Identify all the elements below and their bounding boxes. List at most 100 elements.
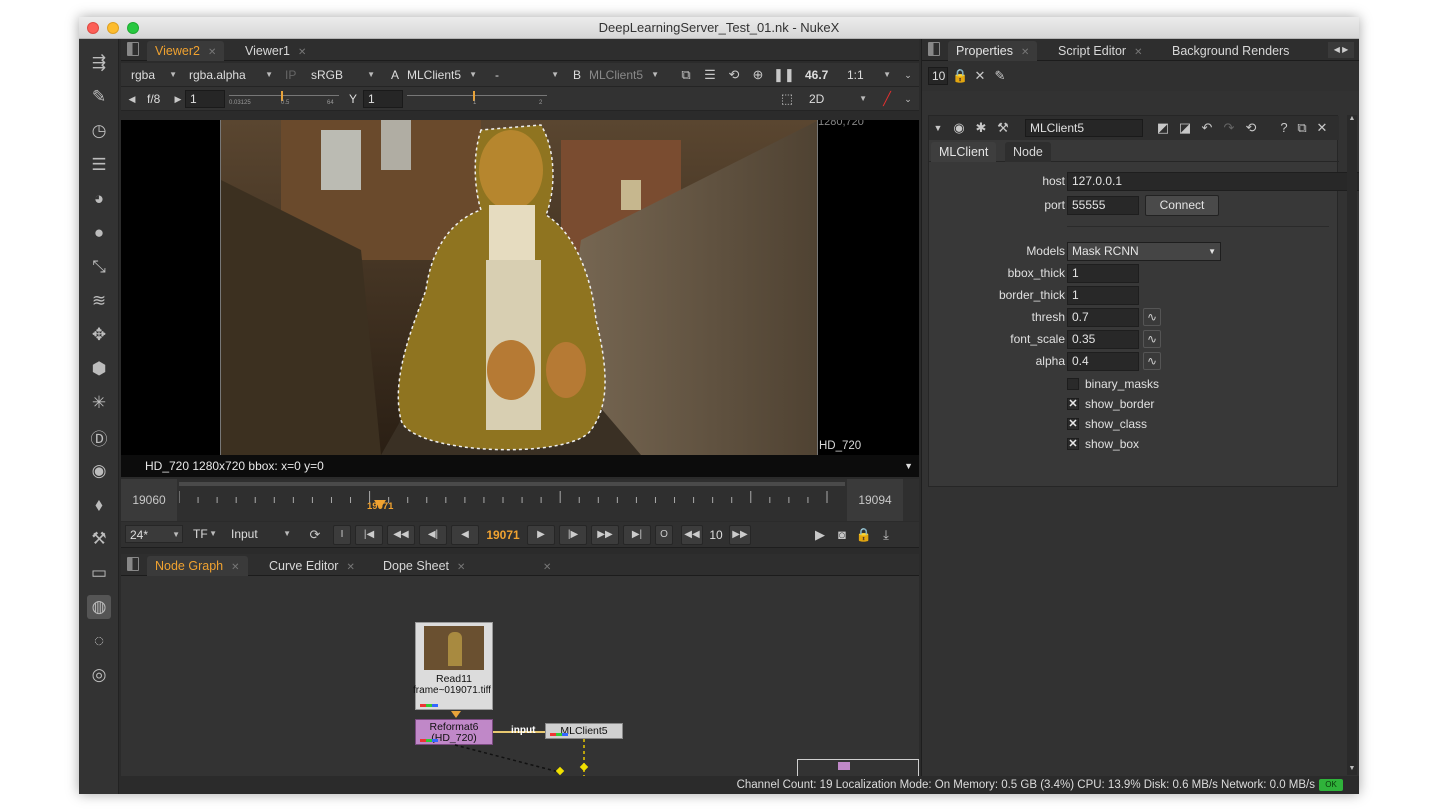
- close-tab-icon[interactable]: ✕: [231, 562, 239, 573]
- channels-dropdown[interactable]: rgba ▼: [127, 66, 179, 84]
- render-icon[interactable]: ⤓: [877, 526, 895, 544]
- tab-viewer2[interactable]: Viewer2 ✕: [147, 41, 225, 61]
- pause-icon[interactable]: ❚❚: [773, 66, 795, 84]
- alpha-input[interactable]: 0.4: [1067, 352, 1139, 371]
- lock-panels-icon[interactable]: 🔒: [952, 67, 968, 85]
- range-mode-dropdown[interactable]: Input ▼: [227, 525, 293, 543]
- font-scale-curve-icon[interactable]: ∿: [1143, 330, 1161, 348]
- redo-icon[interactable]: ◪: [1177, 119, 1193, 137]
- time-tools-icon[interactable]: ◷: [87, 119, 111, 143]
- connect-button[interactable]: Connect: [1145, 195, 1219, 216]
- alpha-channel-dropdown[interactable]: rgba.alpha ▼: [185, 66, 275, 84]
- timeline-start-field[interactable]: 19060: [121, 479, 177, 521]
- node-name-field[interactable]: MLClient5: [1025, 119, 1143, 137]
- paint-brush-icon[interactable]: ╱: [879, 90, 895, 108]
- thresh-input[interactable]: 0.7: [1067, 308, 1139, 327]
- 3d-tools-icon[interactable]: ⬢: [87, 357, 111, 381]
- read-node[interactable]: Read11 frame~019071.tiff: [413, 622, 493, 710]
- help-icon[interactable]: ?: [1277, 119, 1291, 137]
- fps-dropdown[interactable]: 24* ▼: [125, 525, 183, 543]
- transform-tools-icon[interactable]: ✥: [87, 323, 111, 347]
- merge-tools-icon[interactable]: ≋: [87, 289, 111, 313]
- bbox-thick-input[interactable]: 1: [1067, 264, 1139, 283]
- refresh-icon[interactable]: ⟲: [725, 66, 743, 84]
- timeline-end-field[interactable]: 19094: [847, 479, 903, 521]
- thresh-curve-icon[interactable]: ∿: [1143, 308, 1161, 326]
- float-icon[interactable]: ⟲: [1243, 119, 1259, 137]
- timeline[interactable]: 19060 19094 19071 19060 19070 19080 1909…: [121, 479, 919, 536]
- overlay-list-icon[interactable]: ☰: [701, 66, 719, 84]
- close-tab-icon[interactable]: ✕: [208, 47, 216, 58]
- collapse-icon[interactable]: ⌄: [901, 66, 915, 84]
- font-scale-input[interactable]: 0.35: [1067, 330, 1139, 349]
- input-a-dropdown[interactable]: MLClient5 ▼: [403, 66, 479, 84]
- tab-dope-sheet[interactable]: Dope Sheet ✕: [375, 556, 473, 576]
- collapse-icon[interactable]: ⌄: [901, 90, 915, 108]
- roi-icon[interactable]: ⧉: [677, 66, 695, 84]
- close-tab-icon[interactable]: ✕: [346, 562, 354, 573]
- tab-empty[interactable]: ✕: [527, 556, 559, 576]
- roi-center-icon[interactable]: ⊕: [749, 66, 767, 84]
- timecode-dropdown[interactable]: TF ▼: [189, 525, 219, 543]
- show-box-checkbox[interactable]: ✕: [1067, 438, 1079, 450]
- close-tab-icon[interactable]: ✕: [1021, 47, 1029, 58]
- metadata-tools-icon[interactable]: ⬧: [87, 493, 111, 517]
- node-color-icon[interactable]: ◉: [951, 119, 967, 137]
- node-graph-canvas[interactable]: Read11 frame~019071.tiff Reformat6 (HD_7…: [121, 576, 919, 776]
- wipe-operation-dropdown[interactable]: - ▼: [491, 66, 561, 84]
- close-panel-icon[interactable]: ✕: [1315, 119, 1329, 137]
- close-tab-icon[interactable]: ✕: [457, 562, 465, 573]
- frame-increment-field[interactable]: 10: [705, 525, 727, 545]
- particles-tools-icon[interactable]: ✳: [87, 391, 111, 415]
- tab-scroll-icon[interactable]: ◀ ▶: [1328, 42, 1354, 58]
- prev-frame-button[interactable]: ◀|: [419, 525, 447, 545]
- border-thick-input[interactable]: 1: [1067, 286, 1139, 305]
- play-backward-button[interactable]: ◀: [451, 525, 479, 545]
- image-tools-icon[interactable]: ⇶: [87, 51, 111, 75]
- tab-script-editor[interactable]: Script Editor ✕: [1050, 41, 1150, 61]
- gamma-slider[interactable]: 1 2: [407, 91, 547, 107]
- alpha-curve-icon[interactable]: ∿: [1143, 352, 1161, 370]
- tab-background-renders[interactable]: Background Renders: [1164, 41, 1297, 61]
- port-input[interactable]: 55555: [1067, 196, 1139, 215]
- fstop-next-icon[interactable]: ▶: [173, 90, 183, 108]
- ocula-tools-icon[interactable]: ◌: [87, 629, 111, 653]
- in-point-button[interactable]: I: [333, 525, 351, 545]
- gamma-field[interactable]: 1: [363, 90, 403, 108]
- edit-icon[interactable]: ✎: [992, 67, 1008, 85]
- capture-icon[interactable]: ◙: [833, 526, 851, 544]
- pane-menu-icon[interactable]: [127, 42, 139, 56]
- fstop-prev-icon[interactable]: ◀: [127, 90, 137, 108]
- tab-node-graph[interactable]: Node Graph ✕: [147, 556, 248, 576]
- lock-icon[interactable]: 🔒: [855, 526, 873, 544]
- collapse-panel-icon[interactable]: ▼: [931, 119, 945, 137]
- proxy-dropdown[interactable]: 1:1 ▼: [843, 66, 893, 84]
- help-bug-icon[interactable]: ✱: [973, 119, 989, 137]
- views-tools-icon[interactable]: ◉: [87, 459, 111, 483]
- show-border-checkbox[interactable]: ✕: [1067, 398, 1079, 410]
- clear-panels-icon[interactable]: ✕: [972, 67, 988, 85]
- timeline-ruler[interactable]: [179, 479, 845, 521]
- gain-field[interactable]: 1: [185, 90, 225, 108]
- keyer-tools-icon[interactable]: ⤡: [87, 255, 111, 279]
- nodegraph-navigator[interactable]: [797, 759, 919, 776]
- host-input[interactable]: 127.0.0.1: [1067, 172, 1359, 191]
- tab-mlclient[interactable]: MLClient: [931, 142, 997, 162]
- out-point-button[interactable]: O: [655, 525, 673, 545]
- info-dropdown-icon[interactable]: ▼: [904, 455, 913, 477]
- skip-forward-button[interactable]: ▶▶: [729, 525, 751, 545]
- draw-tools-icon[interactable]: ✎: [87, 85, 111, 109]
- binary-masks-checkbox[interactable]: [1067, 378, 1079, 390]
- revert-icon[interactable]: ↶: [1199, 119, 1215, 137]
- flipbook-icon[interactable]: ▶: [811, 526, 829, 544]
- wrench-icon[interactable]: ⚒: [995, 119, 1011, 137]
- next-frame-button[interactable]: |▶: [559, 525, 587, 545]
- lut-dropdown[interactable]: sRGB ▼: [307, 66, 377, 84]
- last-frame-button[interactable]: ▶|: [623, 525, 651, 545]
- roi-select-icon[interactable]: ⬚: [777, 90, 797, 108]
- current-frame-field[interactable]: 19071: [483, 525, 523, 545]
- close-window-button[interactable]: [87, 22, 99, 34]
- tab-node[interactable]: Node: [1005, 142, 1051, 162]
- play-forward-button[interactable]: ▶: [527, 525, 555, 545]
- scroll-down-icon[interactable]: ▼: [1348, 765, 1356, 775]
